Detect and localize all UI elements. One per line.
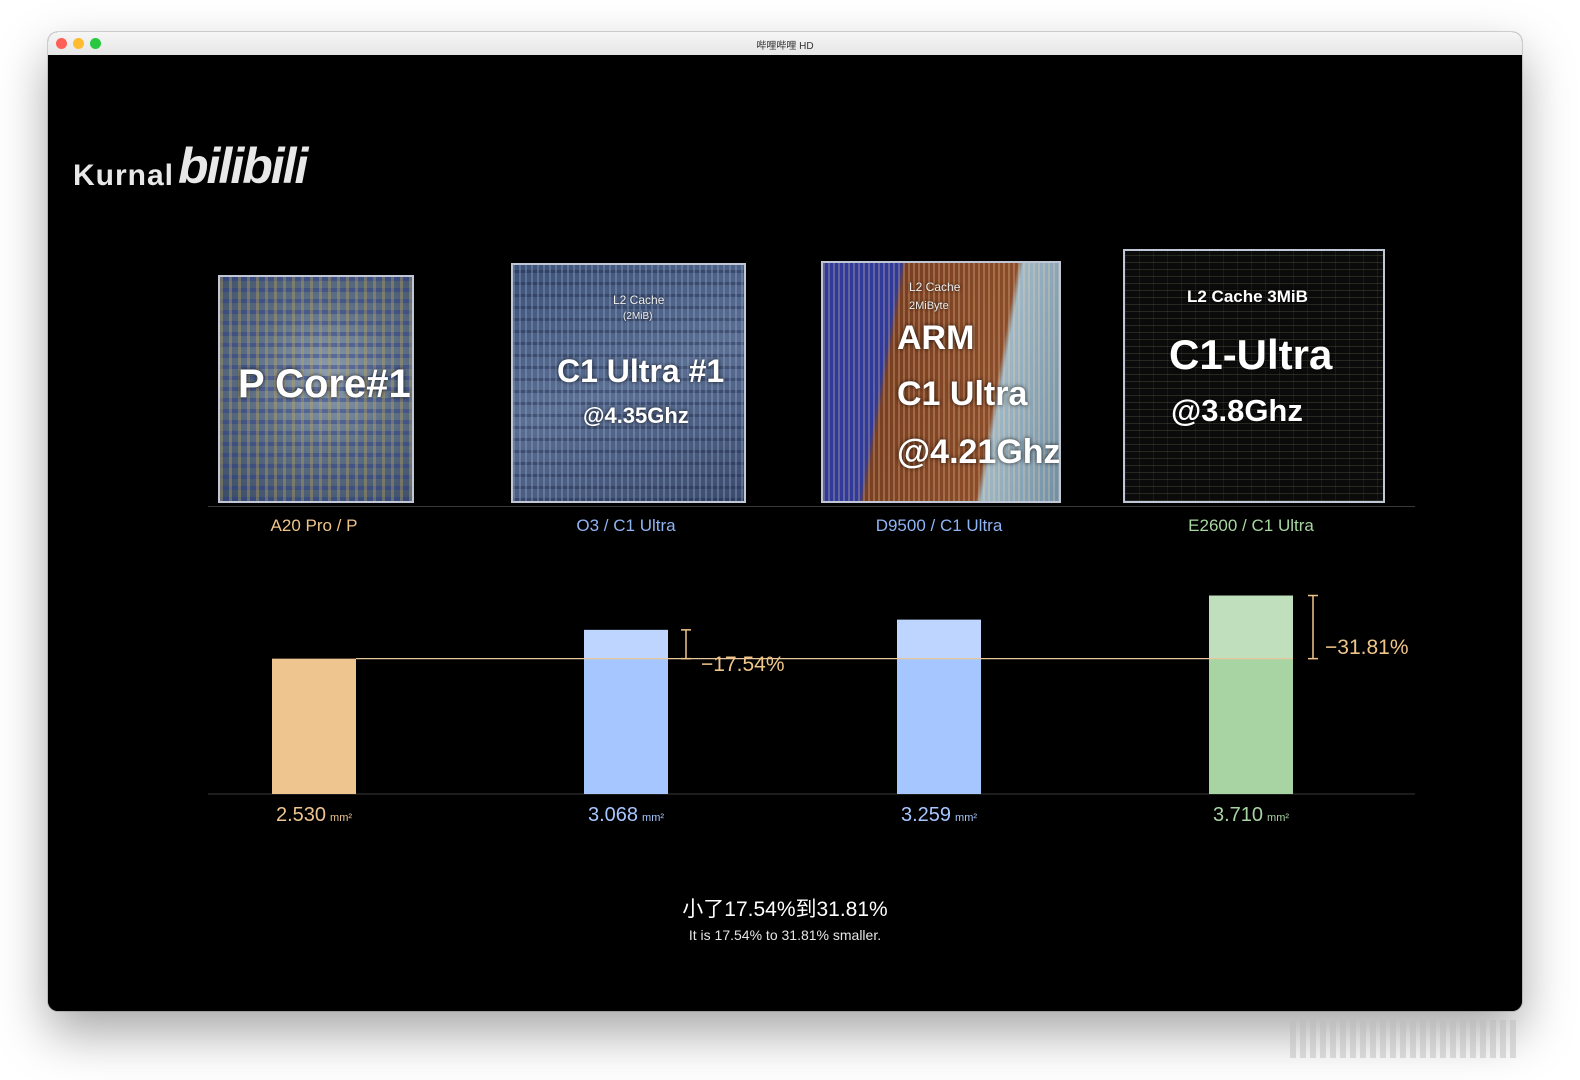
bar-excess-2 [584, 629, 668, 659]
area-value-o3: 3.068 mm² [506, 804, 746, 827]
area-unit: mm² [1267, 812, 1290, 824]
area-value-e2600: 3.710 mm² [1131, 804, 1371, 827]
area-unit: mm² [955, 812, 978, 824]
summary-chinese: 小了17.54%到31.81% [682, 898, 888, 921]
video-frame: Kurnal bilibili P Core#1 L2 Cache (2MiB)… [48, 55, 1522, 1011]
summary-english: It is 17.54% to 31.81% smaller. [688, 927, 882, 943]
area-value-number: 3.068 [587, 804, 639, 826]
area-value-number: 3.259 [900, 804, 952, 826]
area-value-number: 2.530 [275, 804, 327, 826]
area-bar-chart [208, 594, 1415, 795]
watermark [1290, 1020, 1520, 1058]
area-value-d9500: 3.259 mm² [819, 804, 1059, 827]
title-bar: 哔哩哔哩 HD [48, 32, 1522, 56]
area-value-a20-pro: 2.530 mm² [194, 804, 434, 827]
area-unit: mm² [642, 812, 665, 824]
diff-label-o3: −17.54% [701, 653, 785, 676]
area-value-number: 3.710 [1212, 804, 1264, 826]
diff-label-e2600: −31.81% [1325, 636, 1409, 659]
bar-excess-4 [1209, 595, 1293, 659]
app-window: 哔哩哔哩 HD Kurnal bilibili P Core#1 L2 Cach… [48, 32, 1522, 1011]
area-unit: mm² [330, 812, 353, 824]
window-title: 哔哩哔哩 HD [756, 41, 814, 52]
bar-excess-3 [897, 619, 981, 659]
bar-1 [272, 658, 356, 794]
